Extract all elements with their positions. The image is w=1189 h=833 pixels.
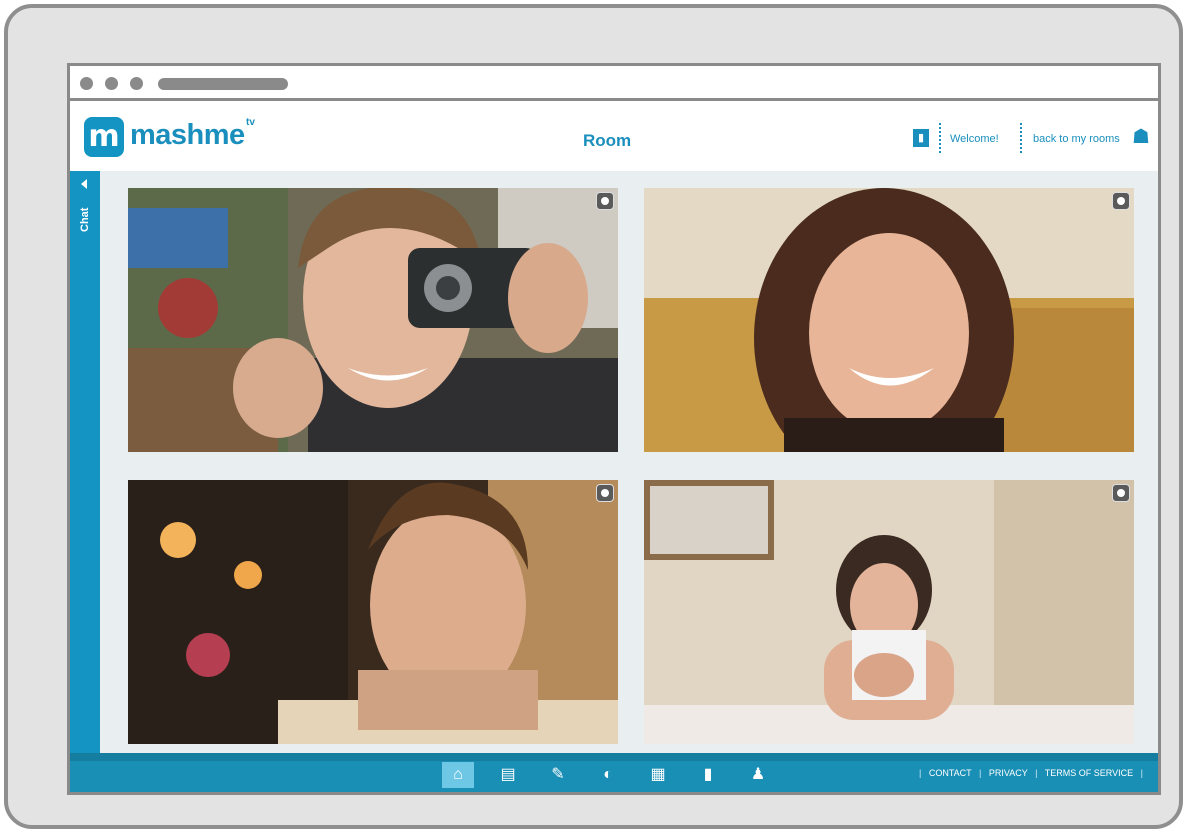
stats-icon[interactable]: ▮ [692, 762, 724, 788]
logo-mark: m [84, 117, 124, 157]
privacy-link[interactable]: PRIVACY [989, 768, 1028, 778]
tile-options-icon[interactable] [1112, 484, 1130, 502]
terms-link[interactable]: TERMS OF SERVICE [1045, 768, 1133, 778]
rooms-icon[interactable]: ☗ [1132, 126, 1154, 148]
header-divider [1020, 123, 1024, 153]
participant-1-video [128, 188, 618, 452]
browser-window: m mashme tv Room ▮ Welcome! back to my r… [67, 63, 1161, 795]
header-divider [939, 123, 943, 153]
page-title: Room [583, 131, 632, 150]
app-header: m mashme tv Room ▮ Welcome! back to my r… [70, 101, 1158, 171]
footer-links: | CONTACT | PRIVACY | TERMS OF SERVICE | [914, 768, 1148, 778]
footer-divider: | [1140, 768, 1143, 778]
address-bar[interactable] [158, 78, 288, 90]
collapse-arrow-icon[interactable] [81, 179, 87, 189]
device-frame: m mashme tv Room ▮ Welcome! back to my r… [4, 4, 1183, 829]
window-control-dot[interactable] [105, 77, 118, 90]
participant-3-video [128, 480, 618, 744]
tile-options-icon[interactable] [1112, 192, 1130, 210]
tile-options-icon[interactable] [596, 484, 614, 502]
profile-icon[interactable]: ▮ [913, 129, 929, 147]
chat-sidebar-tab[interactable]: Chat [70, 171, 100, 753]
users-icon[interactable]: ♟ [742, 762, 774, 788]
logo-wordmark: mashme [130, 119, 245, 151]
video-tile-participant-4[interactable] [644, 480, 1134, 744]
back-to-rooms-link[interactable]: back to my rooms [1033, 133, 1120, 145]
participant-4-video [644, 480, 1134, 744]
film-icon[interactable]: ▦ [642, 762, 674, 788]
tile-options-icon[interactable] [596, 192, 614, 210]
logo-letter: m [88, 119, 120, 154]
video-tile-participant-1[interactable] [128, 188, 618, 452]
globe-icon[interactable]: ◐ [592, 762, 624, 788]
footer-divider: | [918, 768, 922, 778]
logo-suffix: tv [246, 117, 255, 128]
chat-label: Chat [79, 207, 91, 232]
video-tile-participant-2[interactable] [644, 188, 1134, 452]
footer-strip [70, 753, 1158, 761]
edit-icon[interactable]: ✎ [542, 762, 574, 788]
app-footer: ⌂ ▤ ✎ ◐ ▦ ▮ ♟ | CONTACT | PRIVACY | TERMS OF S… [70, 753, 1158, 792]
window-control-dot[interactable] [80, 77, 93, 90]
window-control-dot[interactable] [130, 77, 143, 90]
footer-divider: | [979, 768, 982, 778]
home-icon[interactable]: ⌂ [442, 762, 474, 788]
browser-titlebar [70, 66, 1158, 101]
contact-link[interactable]: CONTACT [929, 768, 972, 778]
video-tile-participant-3[interactable] [128, 480, 618, 744]
participant-2-video [644, 188, 1134, 452]
document-icon[interactable]: ▤ [492, 762, 524, 788]
welcome-text: Welcome! [950, 133, 999, 145]
footer-divider: | [1035, 768, 1038, 778]
